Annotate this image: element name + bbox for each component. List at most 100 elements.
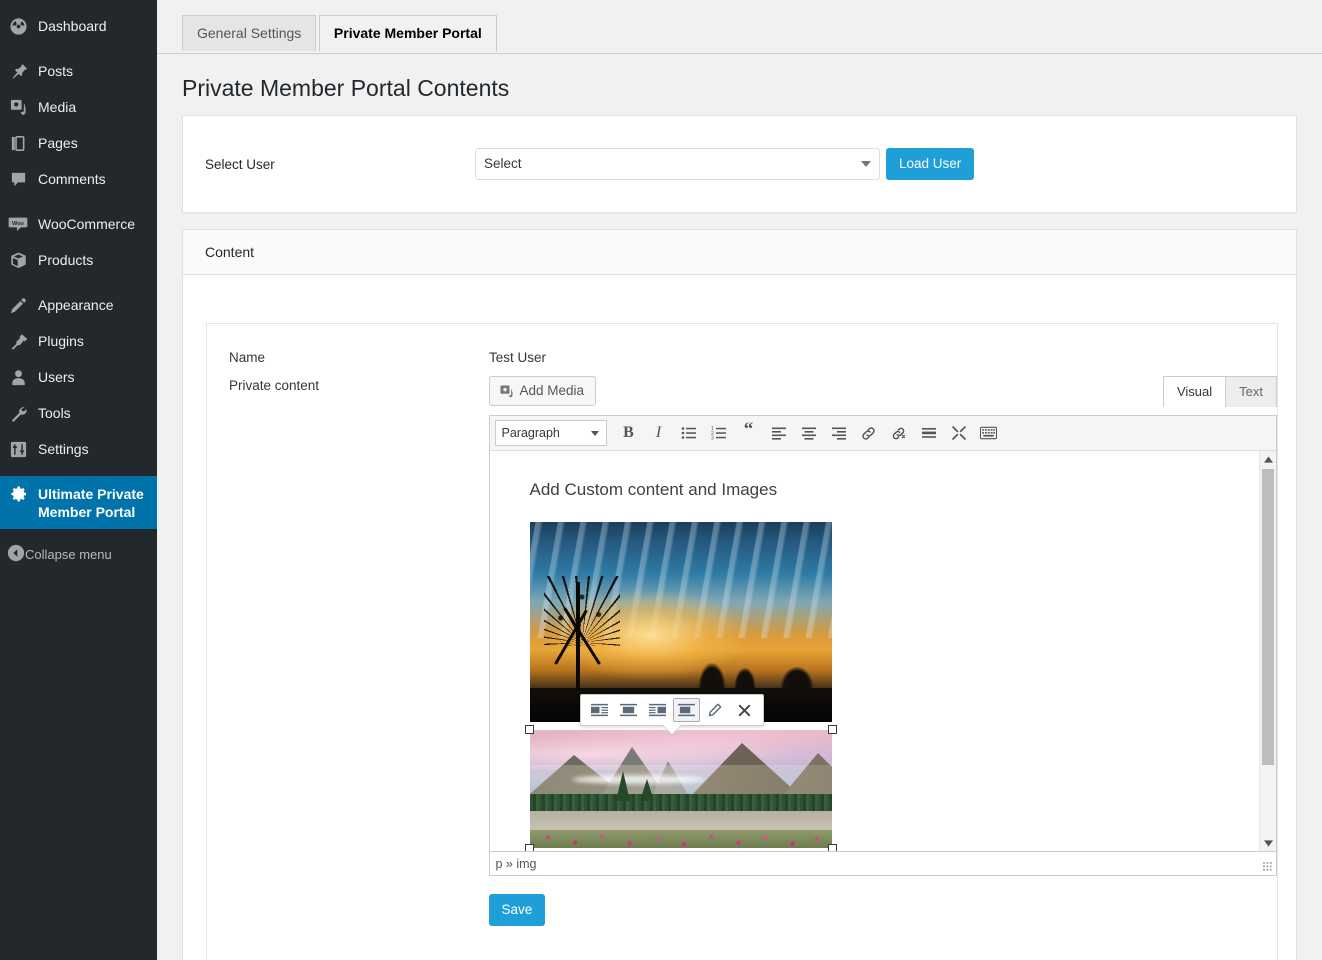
sidebar-item-label: Dashboard (38, 18, 107, 34)
insert-link-icon[interactable] (855, 420, 883, 446)
content-inner-box: Name Test User Private content Add Media… (206, 323, 1278, 960)
content-panel-header: Content (183, 230, 1296, 275)
scroll-down-arrow-icon[interactable] (1260, 835, 1276, 851)
editor-panel: Paragraph B I 1 2 3 “ Add Custom content… (488, 415, 1277, 852)
align-left-image-icon[interactable] (586, 698, 613, 722)
numbered-list-icon[interactable]: 1 2 3 (705, 420, 733, 446)
sidebar-item-label: Media (38, 99, 77, 115)
collapse-menu-label: Collapse menu (25, 547, 112, 562)
sunset-tree-image[interactable] (529, 522, 832, 726)
format-select[interactable]: Paragraph (494, 420, 607, 446)
align-left-icon[interactable] (765, 420, 793, 446)
sidebar-item-label: WooCommerce (38, 216, 135, 232)
editor-path-text: p » img (495, 856, 537, 871)
save-row: Save (488, 876, 1278, 926)
users-icon (7, 367, 29, 387)
editor-resize-grip[interactable] (1263, 862, 1273, 872)
sidebar-item-posts[interactable]: Posts (0, 53, 157, 89)
remove-image-icon[interactable] (731, 698, 758, 722)
select-user-row: Select User Select Load User (183, 116, 1296, 212)
private-content-label: Private content (229, 378, 320, 393)
sidebar-item-media[interactable]: Media (0, 89, 157, 125)
editor-scrollbar[interactable] (1259, 451, 1276, 851)
sidebar-item-products[interactable]: Products (0, 242, 157, 278)
scroll-up-arrow-icon[interactable] (1260, 451, 1276, 467)
appearance-brush-icon (7, 295, 29, 315)
select-user-label: Select User (205, 156, 275, 172)
scrollbar-thumb[interactable] (1262, 469, 1274, 765)
editor-media-row: Add Media Visual Text (488, 376, 1277, 407)
sidebar-item-plugins[interactable]: Plugins (0, 323, 157, 359)
mountain-landscape-image-graphic (529, 730, 832, 848)
sidebar-item-pages[interactable]: Pages (0, 125, 157, 161)
add-media-label: Add Media (519, 383, 585, 398)
fullscreen-icon[interactable] (945, 420, 973, 446)
align-center-image-icon[interactable] (615, 698, 642, 722)
bulleted-list-icon[interactable] (675, 420, 703, 446)
tab-general-settings[interactable]: General Settings (182, 15, 317, 51)
load-user-button[interactable]: Load User (886, 148, 975, 180)
sidebar-item-dashboard[interactable]: Dashboard (0, 8, 157, 44)
main-content: General Settings Private Member Portal P… (157, 0, 1322, 960)
settings-sliders-icon (7, 439, 29, 459)
field-row-name: Name Test User (207, 348, 1277, 376)
align-center-icon[interactable] (795, 420, 823, 446)
field-row-private-content: Private content Add Media Visual Text Pa… (207, 376, 1277, 934)
italic-icon[interactable]: I (645, 420, 673, 446)
unlink-icon[interactable] (885, 420, 913, 446)
tools-wrench-icon (7, 403, 29, 423)
sidebar-item-appearance[interactable]: Appearance (0, 287, 157, 323)
wp-editor: Add Media Visual Text Paragraph B I 1 2 … (488, 376, 1278, 926)
tab-private-member-portal[interactable]: Private Member Portal (318, 15, 497, 52)
sidebar-item-label: Comments (38, 171, 106, 187)
editor-content-area[interactable]: Add Custom content and Images (489, 451, 1276, 851)
save-button[interactable]: Save (488, 894, 546, 926)
sidebar-item-users[interactable]: Users (0, 359, 157, 395)
read-more-icon[interactable] (915, 420, 943, 446)
name-label: Name (229, 350, 266, 365)
sidebar-item-label: Appearance (38, 297, 114, 313)
bold-icon[interactable]: B (615, 420, 643, 446)
media-icon (499, 384, 514, 399)
name-value: Test User (489, 350, 547, 365)
chevron-left-circle-icon (7, 544, 25, 565)
resize-handle-bottom-left[interactable] (524, 844, 534, 851)
media-icon (7, 97, 29, 117)
sidebar-item-woocommerce[interactable]: Woo WooCommerce (0, 206, 157, 242)
resize-handle-bottom-right[interactable] (827, 844, 837, 851)
mountain-landscape-image[interactable] (524, 725, 837, 851)
blockquote-icon[interactable]: “ (735, 420, 763, 446)
image-alignment-toolbar (579, 694, 764, 726)
add-media-button[interactable]: Add Media (488, 376, 597, 406)
gear-icon (7, 484, 29, 504)
tab-text[interactable]: Text (1226, 376, 1277, 407)
pin-icon (7, 61, 29, 81)
tab-bar: General Settings Private Member Portal (157, 0, 1322, 54)
plugin-plug-icon (7, 331, 29, 351)
editor-body-heading: Add Custom content and Images (529, 480, 778, 499)
sidebar-item-ultimate-private-member-portal[interactable]: Ultimate Private Member Portal (0, 476, 165, 529)
resize-handle-top-left[interactable] (524, 725, 534, 734)
resize-handle-top-right[interactable] (827, 725, 837, 734)
chevron-down-icon (861, 161, 871, 167)
tab-visual[interactable]: Visual (1162, 376, 1227, 407)
admin-sidebar: Dashboard Posts Media Pages Comments Woo WooCo… (0, 0, 165, 960)
select-user-dropdown[interactable]: Select (475, 148, 880, 180)
align-right-icon[interactable] (825, 420, 853, 446)
sidebar-item-tools[interactable]: Tools (0, 395, 157, 431)
chevron-down-icon (590, 431, 599, 436)
align-none-image-icon[interactable] (672, 698, 700, 722)
page-title: Private Member Portal Contents (182, 75, 510, 101)
sidebar-item-comments[interactable]: Comments (0, 161, 157, 197)
svg-text:3: 3 (711, 435, 714, 441)
toolbar-toggle-icon[interactable] (975, 420, 1003, 446)
align-right-image-icon[interactable] (644, 698, 671, 722)
sidebar-item-settings[interactable]: Settings (0, 431, 157, 467)
select-user-value: Select (484, 156, 522, 171)
collapse-menu-button[interactable]: Collapse menu (0, 536, 157, 573)
format-select-value: Paragraph (501, 426, 560, 440)
sidebar-item-label: Ultimate Private Member Portal (38, 486, 144, 520)
sidebar-item-label: Pages (38, 135, 78, 151)
sidebar-item-label: Users (38, 369, 75, 385)
edit-pencil-icon[interactable] (702, 698, 729, 722)
